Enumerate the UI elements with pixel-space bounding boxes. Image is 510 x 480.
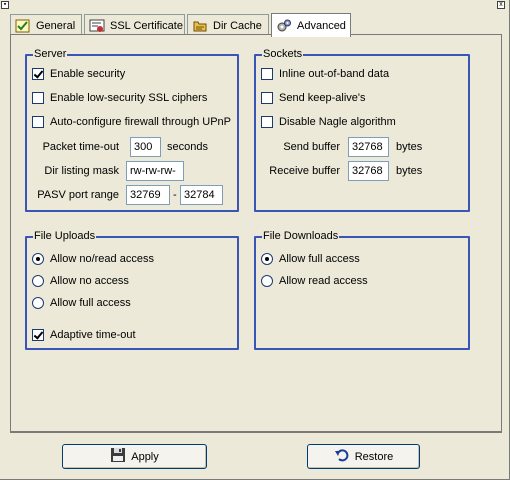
radio-label: Allow no access bbox=[50, 275, 129, 287]
radio-label: Allow read access bbox=[279, 275, 368, 287]
file-uploads-group: File Uploads Allow no/read access Allow … bbox=[25, 230, 239, 350]
download-read-access-radio[interactable]: Allow read access bbox=[261, 273, 368, 289]
packet-timeout-label: Packet time-out bbox=[42, 141, 119, 153]
keep-alive-checkbox[interactable]: Send keep-alive's bbox=[261, 90, 366, 106]
checkbox-box[interactable] bbox=[261, 116, 273, 128]
group-title: File Uploads bbox=[33, 230, 97, 243]
enable-security-checkbox[interactable]: Enable security bbox=[32, 66, 125, 82]
window-close-icon[interactable]: x bbox=[497, 1, 505, 9]
tab-label: General bbox=[36, 19, 76, 32]
dir-listing-mask-input[interactable]: rw-rw-rw- bbox=[126, 161, 184, 181]
receive-buffer-label: Receive buffer bbox=[269, 165, 340, 177]
tab-ssl-certificate[interactable]: SSL Certificate bbox=[84, 14, 185, 36]
folder-cache-icon bbox=[192, 18, 208, 34]
pasv-port-range-label: PASV port range bbox=[37, 189, 119, 201]
floppy-disk-icon bbox=[110, 447, 126, 466]
pasv-port-from-input[interactable]: 32769 bbox=[126, 185, 170, 205]
checkbox-label: Auto-configure firewall through UPnP bbox=[50, 116, 231, 128]
tab-general[interactable]: General bbox=[10, 14, 82, 36]
upnp-checkbox[interactable]: Auto-configure firewall through UPnP bbox=[32, 114, 231, 130]
advanced-settings-panel: Server Enable security Enable low-securi… bbox=[10, 34, 502, 432]
checkbox-box[interactable] bbox=[32, 329, 44, 341]
low-security-ssl-checkbox[interactable]: Enable low-security SSL ciphers bbox=[32, 90, 207, 106]
server-group: Server Enable security Enable low-securi… bbox=[25, 48, 239, 212]
upload-no-access-radio[interactable]: Allow no access bbox=[32, 273, 129, 289]
radio-label: Allow no/read access bbox=[50, 253, 154, 265]
upload-no-read-access-radio[interactable]: Allow no/read access bbox=[32, 251, 154, 267]
send-buffer-input[interactable]: 32768 bbox=[348, 137, 389, 157]
tab-advanced[interactable]: Advanced bbox=[271, 13, 351, 37]
upload-full-access-radio[interactable]: Allow full access bbox=[32, 295, 131, 311]
sockets-group: Sockets Inline out-of-band data Send kee… bbox=[254, 48, 470, 212]
restore-button[interactable]: Restore bbox=[307, 444, 420, 469]
checkbox-box[interactable] bbox=[32, 116, 44, 128]
radio-circle[interactable] bbox=[32, 253, 44, 265]
radio-circle[interactable] bbox=[261, 275, 273, 287]
checkbox-box[interactable] bbox=[32, 68, 44, 80]
window-restore-icon[interactable]: ▪ bbox=[1, 1, 9, 9]
send-buffer-unit: bytes bbox=[396, 141, 423, 153]
undo-arrow-icon bbox=[334, 447, 350, 466]
pasv-range-separator: - bbox=[173, 189, 177, 201]
checkbox-label: Inline out-of-band data bbox=[279, 68, 390, 80]
checkbox-box[interactable] bbox=[261, 68, 273, 80]
radio-circle[interactable] bbox=[261, 253, 273, 265]
check-document-icon bbox=[15, 18, 31, 34]
disable-nagle-checkbox[interactable]: Disable Nagle algorithm bbox=[261, 114, 396, 130]
checkbox-label: Enable low-security SSL ciphers bbox=[50, 92, 208, 104]
checkbox-label: Disable Nagle algorithm bbox=[279, 116, 396, 128]
send-buffer-label: Send buffer bbox=[283, 141, 340, 153]
packet-timeout-input[interactable]: 300 bbox=[130, 137, 161, 157]
adaptive-timeout-checkbox[interactable]: Adaptive time-out bbox=[32, 327, 136, 343]
checkbox-box[interactable] bbox=[261, 92, 273, 104]
gears-icon bbox=[276, 18, 292, 34]
group-title: Server bbox=[33, 48, 68, 61]
checkbox-box[interactable] bbox=[32, 92, 44, 104]
group-title: File Downloads bbox=[262, 230, 340, 243]
radio-label: Allow full access bbox=[50, 297, 131, 309]
group-title: Sockets bbox=[262, 48, 304, 61]
tab-label: Dir Cache bbox=[213, 19, 262, 32]
download-full-access-radio[interactable]: Allow full access bbox=[261, 251, 360, 267]
apply-button-label: Apply bbox=[131, 450, 159, 463]
tab-label: Advanced bbox=[297, 19, 346, 32]
pasv-port-to-input[interactable]: 32784 bbox=[180, 185, 223, 205]
apply-button[interactable]: Apply bbox=[62, 444, 207, 469]
checkbox-label: Adaptive time-out bbox=[50, 329, 136, 341]
radio-circle[interactable] bbox=[32, 297, 44, 309]
radio-label: Allow full access bbox=[279, 253, 360, 265]
receive-buffer-unit: bytes bbox=[396, 165, 423, 177]
checkbox-label: Enable security bbox=[50, 68, 126, 80]
file-downloads-group: File Downloads Allow full access Allow r… bbox=[254, 230, 470, 350]
packet-timeout-unit: seconds bbox=[167, 141, 208, 153]
tab-label: SSL Certificate bbox=[110, 19, 183, 32]
restore-button-label: Restore bbox=[354, 450, 394, 463]
radio-circle[interactable] bbox=[32, 275, 44, 287]
receive-buffer-input[interactable]: 32768 bbox=[348, 161, 389, 181]
checkbox-label: Send keep-alive's bbox=[279, 92, 366, 104]
tab-dir-cache[interactable]: Dir Cache bbox=[187, 14, 269, 36]
dir-listing-mask-label: Dir listing mask bbox=[44, 165, 119, 177]
certificate-icon bbox=[89, 18, 105, 34]
inline-oob-checkbox[interactable]: Inline out-of-band data bbox=[261, 66, 389, 82]
